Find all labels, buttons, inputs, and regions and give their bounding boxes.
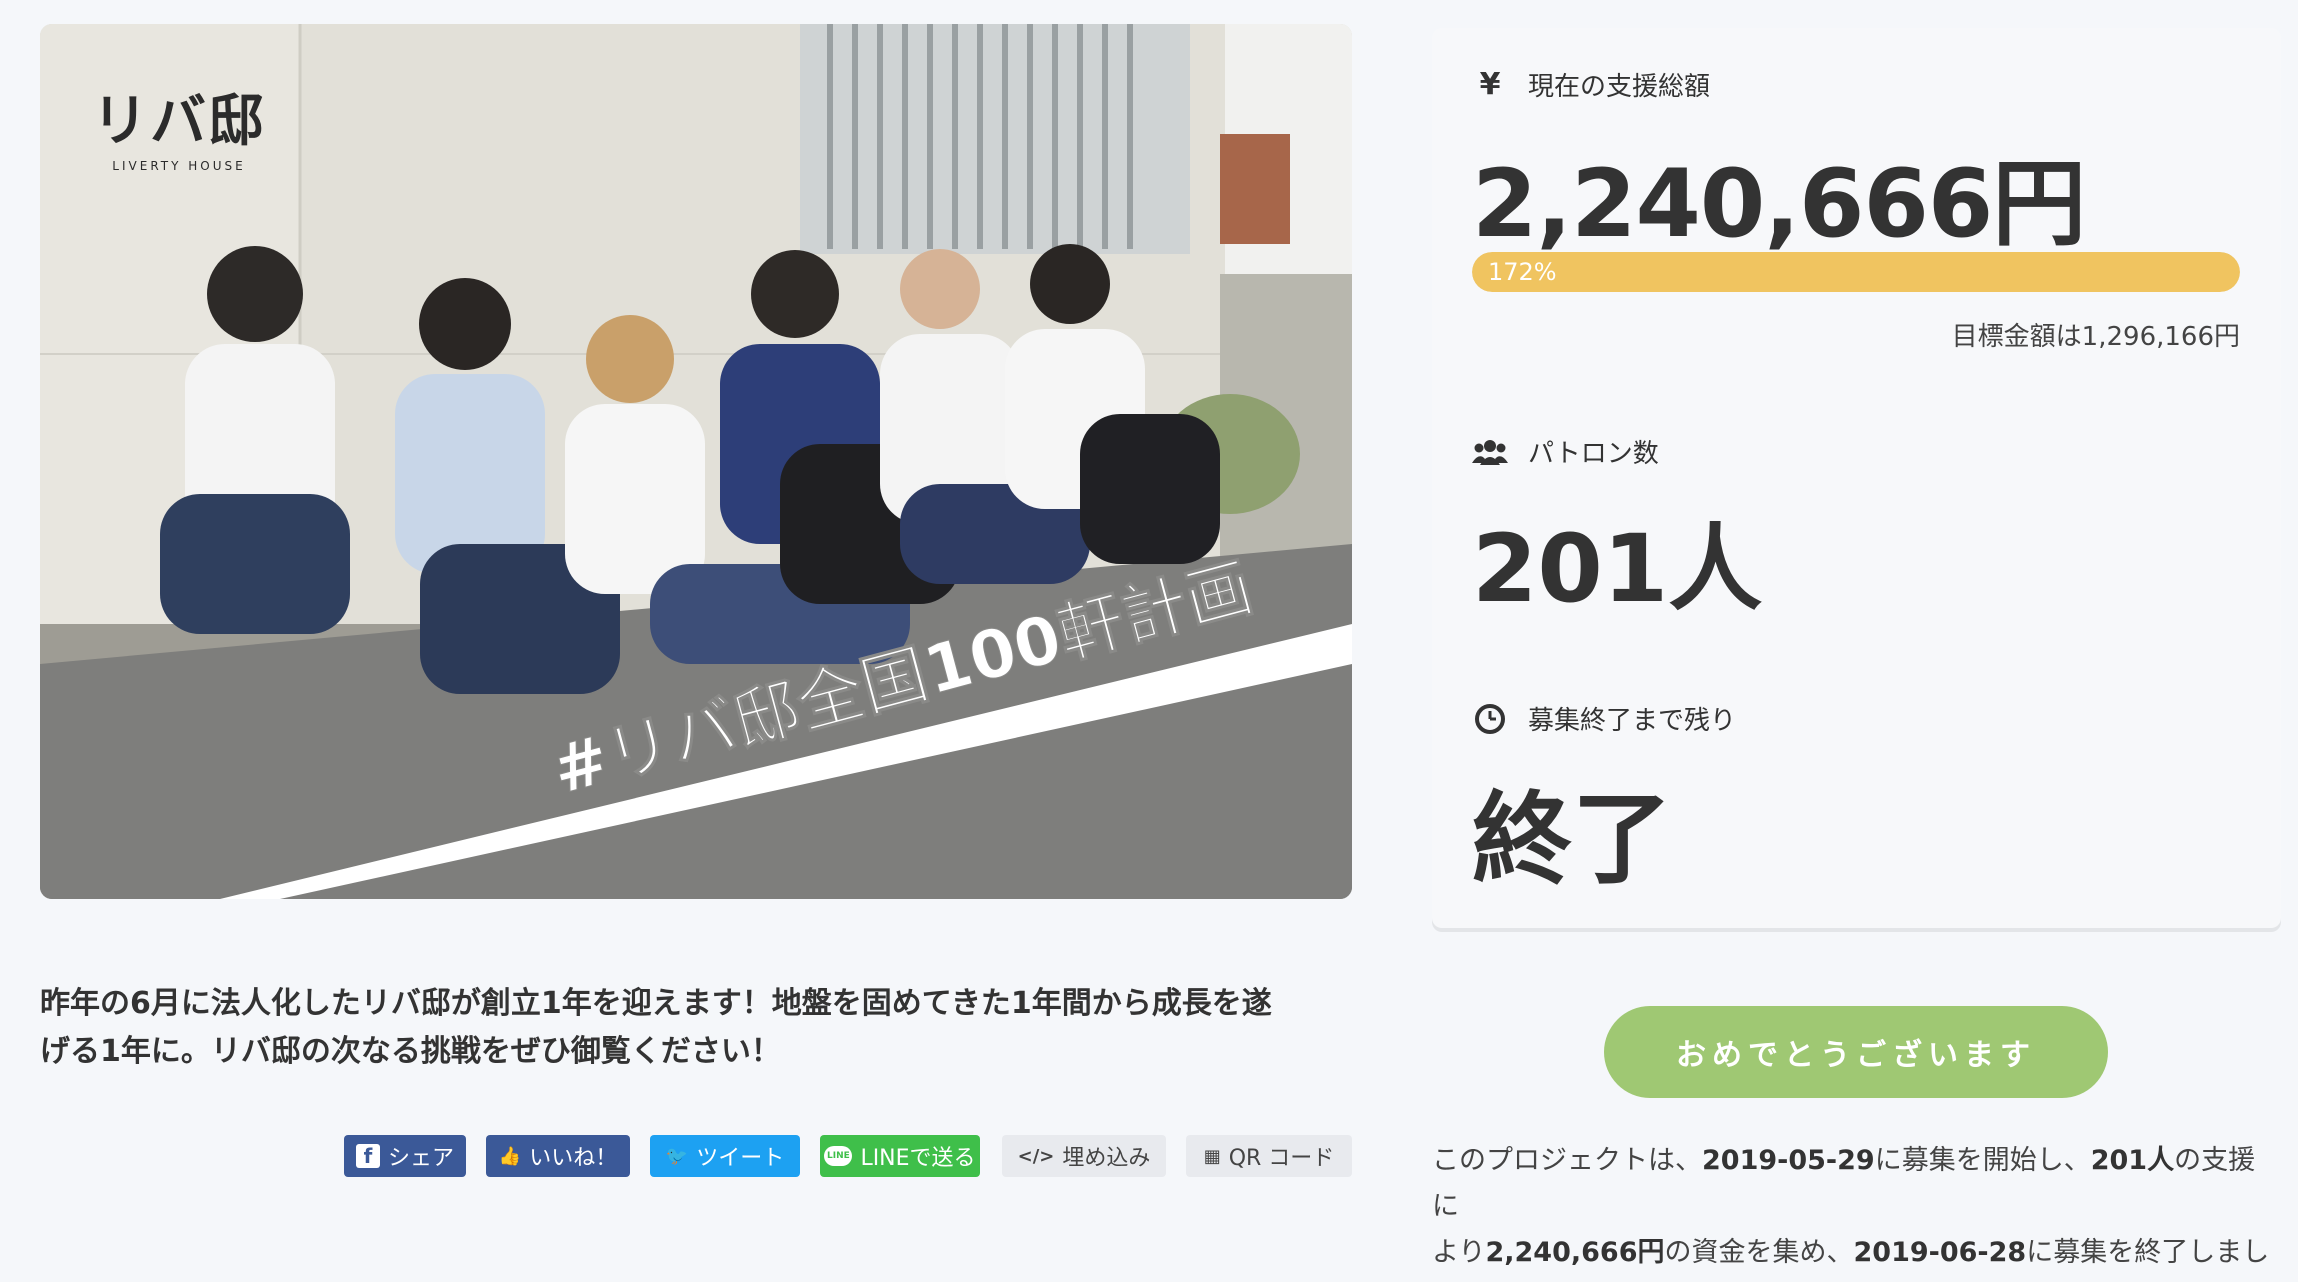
progress-fill [1472,252,2240,292]
funding-progress-bar: 172% [1472,252,2240,292]
description-line-1: 昨年の6月に法人化したリバ邸が創立1年を迎えます！地盤を固めてきた1年間から成長… [40,986,1272,1021]
time-remaining-value: 終了 [1472,781,1672,898]
clock-icon [1472,703,1508,735]
users-icon [1472,437,1508,467]
qr-code-icon: ▦ [1203,1145,1221,1167]
end-date: 2019-06-28 [1853,1237,2027,1268]
funding-stats-panel: ¥ 現在の支援総額 2,240,666円 172% 目標金額は1,296,166… [1432,28,2281,928]
line-icon: LINE [824,1146,853,1166]
facebook-like-button[interactable]: 👍 いいね！ [486,1135,630,1177]
liberty-house-logo: リバ邸 LIVERTY HOUSE [92,89,266,173]
qr-code-button[interactable]: ▦ QR コード [1186,1135,1352,1177]
summary-patrons: 201人 [2090,1145,2175,1176]
start-date: 2019-05-29 [1702,1145,1875,1176]
summary-amount: 2,240,666円 [1485,1237,1665,1268]
progress-percent: 172% [1488,258,1557,286]
congratulations-button[interactable]: おめでとうございます [1604,1006,2108,1098]
line-send-button[interactable]: LINE LINEで送る [820,1135,980,1177]
total-support-amount: 2,240,666円 [1472,150,2086,259]
twitter-bird-icon: 🐦 [665,1145,689,1167]
twitter-tweet-button[interactable]: 🐦 ツイート [650,1135,800,1177]
description-line-2: げる1年に。リバ邸の次なる挑戦をぜひ御覧ください！ [40,1034,781,1069]
embed-button[interactable]: </> 埋め込み [1002,1135,1166,1177]
patron-count: 201人 [1472,515,1763,624]
yen-icon: ¥ [1479,67,1501,102]
time-remaining-label: 募集終了まで残り [1472,700,1736,737]
thumbs-up-icon: 👍 [498,1145,522,1167]
project-hero-image: #リバ邸全国100軒計画 リバ邸 LIVERTY HOUSE [40,24,1352,899]
code-icon: </> [1017,1145,1055,1167]
project-summary: このプロジェクトは、2019-05-29に募集を開始し、201人の支援に より2… [1432,1145,2270,1268]
total-support-label: ¥ 現在の支援総額 [1472,66,1710,103]
facebook-share-button[interactable]: f シェア [344,1135,466,1177]
goal-amount: 目標金額は1,296,166円 [1951,322,2240,352]
patron-count-label: パトロン数 [1472,433,1659,470]
project-description: 昨年の6月に法人化したリバ邸が創立1年を迎えます！地盤を固めてきた1年間から成長… [40,980,1360,1076]
facebook-icon: f [355,1144,380,1168]
